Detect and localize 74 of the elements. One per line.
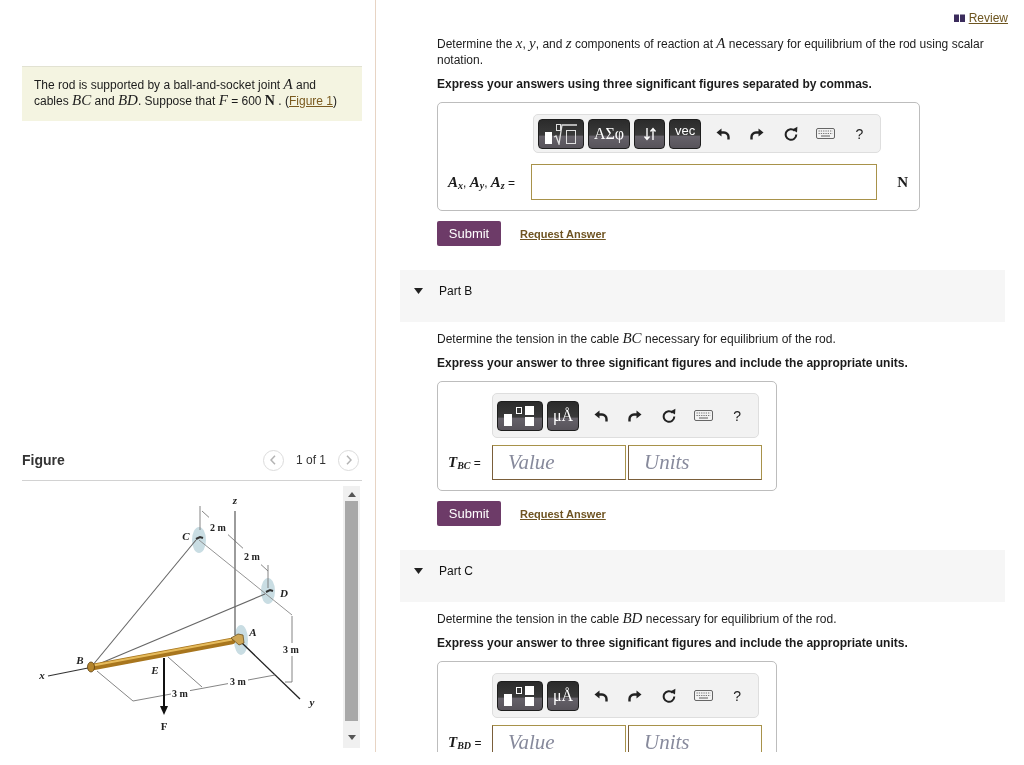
undo-icon[interactable] [716, 127, 731, 140]
figure-title: Figure [22, 452, 65, 468]
answer-label: T$_{BD}$ = [448, 734, 483, 751]
scrollbar[interactable] [343, 486, 360, 748]
redo-icon[interactable] [628, 689, 643, 702]
root-template-icon [544, 122, 578, 145]
answer-label: T$_{BC}$ = [448, 454, 482, 471]
figure-link[interactable]: Figure 1 [288, 94, 333, 108]
figure-label: 3 m [172, 688, 188, 699]
figure-label: C [182, 530, 190, 542]
reset-icon[interactable] [662, 688, 677, 703]
undo-icon[interactable] [594, 689, 609, 702]
figure-label: 2 m [210, 522, 226, 533]
keyboard-icon[interactable] [693, 410, 713, 421]
figure-label: x [39, 669, 45, 681]
figure-label: B [76, 654, 84, 666]
units-field[interactable]: Units [628, 445, 762, 480]
problem-text: The rod is supported by a ball-and-socket joint A and cables BC and BD. Suppose that F = 600 N . (Figure 1) [34, 77, 338, 109]
redo-icon[interactable] [750, 127, 765, 140]
units-field[interactable]: Units [628, 725, 762, 752]
help-button[interactable]: ? [733, 687, 742, 704]
instruction-text: Express your answers using three significant figures separated by commas. [437, 76, 873, 92]
chevron-left-icon [270, 455, 277, 465]
review-link[interactable]: Review [953, 11, 1008, 25]
redo-icon[interactable] [628, 409, 643, 422]
figure-label: 3 m [283, 644, 299, 655]
figure-label: F [160, 720, 168, 732]
symbols-button[interactable]: ΑΣφ [588, 118, 631, 149]
reset-icon[interactable] [784, 126, 799, 141]
help-button[interactable]: ? [855, 125, 864, 142]
keyboard-icon[interactable] [693, 690, 713, 701]
part-header[interactable]: Part C [400, 550, 1005, 602]
submit-button[interactable]: Submit [437, 501, 501, 526]
figure-label: z [232, 494, 238, 506]
value-field[interactable]: Value [492, 725, 626, 752]
symbols-button[interactable]: μÅ [547, 680, 580, 711]
page-counter: 1 of 1 [295, 453, 326, 467]
templates-button[interactable] [538, 118, 584, 149]
unit-label: N [897, 173, 908, 191]
templates-button[interactable] [497, 680, 543, 711]
toolbar-button[interactable]: vec [669, 118, 702, 149]
question-text: Determine the x, y, and z components of reaction at A necessary for equilibrium of the rod using scalar notation. [437, 36, 985, 68]
request-answer-link[interactable]: Request Answer [520, 227, 606, 240]
part-header[interactable]: Part B [400, 270, 1005, 322]
templates-button[interactable] [497, 400, 543, 431]
up-down-arrows-icon [642, 126, 657, 141]
figure-label: 3 m [230, 676, 246, 687]
instruction-text: Express your answer to three significant figures and include the appropriate units. [437, 355, 909, 371]
value-field[interactable]: Value [492, 445, 626, 480]
instruction-text: Express your answer to three significant figures and include the appropriate units. [437, 635, 909, 651]
up-arrow-icon[interactable] [347, 492, 356, 497]
help-button[interactable]: ? [733, 407, 742, 424]
reset-icon[interactable] [662, 408, 677, 423]
figure-label: E [151, 664, 159, 676]
fraction-template-icon [503, 684, 537, 707]
fraction-template-icon [503, 404, 537, 427]
keyboard-icon[interactable] [815, 128, 835, 139]
submit-button[interactable]: Submit [437, 221, 501, 246]
figure-label: 2 m [244, 551, 260, 562]
request-answer-link[interactable]: Request Answer [520, 507, 606, 520]
undo-icon[interactable] [594, 409, 609, 422]
book-icon [953, 14, 965, 22]
answer-field[interactable] [531, 164, 877, 200]
scrollbar-thumb[interactable] [345, 501, 358, 721]
figure-label: A [249, 626, 257, 638]
chevron-right-icon [345, 455, 352, 465]
question-text: Determine the tension in the cable BC necessary for equilibrium of the rod. [437, 331, 837, 347]
down-arrow-icon[interactable] [347, 735, 356, 740]
question-text: Determine the tension in the cable BD necessary for equilibrium of the rod. [437, 611, 838, 627]
figure-label: y [309, 696, 315, 708]
answer-label: A$_{x}$, A$_{y}$, A$_{z}$ = [448, 173, 517, 191]
symbols-button[interactable]: μÅ [547, 400, 580, 431]
arrows-button[interactable] [634, 118, 666, 149]
figure-label: D [280, 587, 288, 599]
